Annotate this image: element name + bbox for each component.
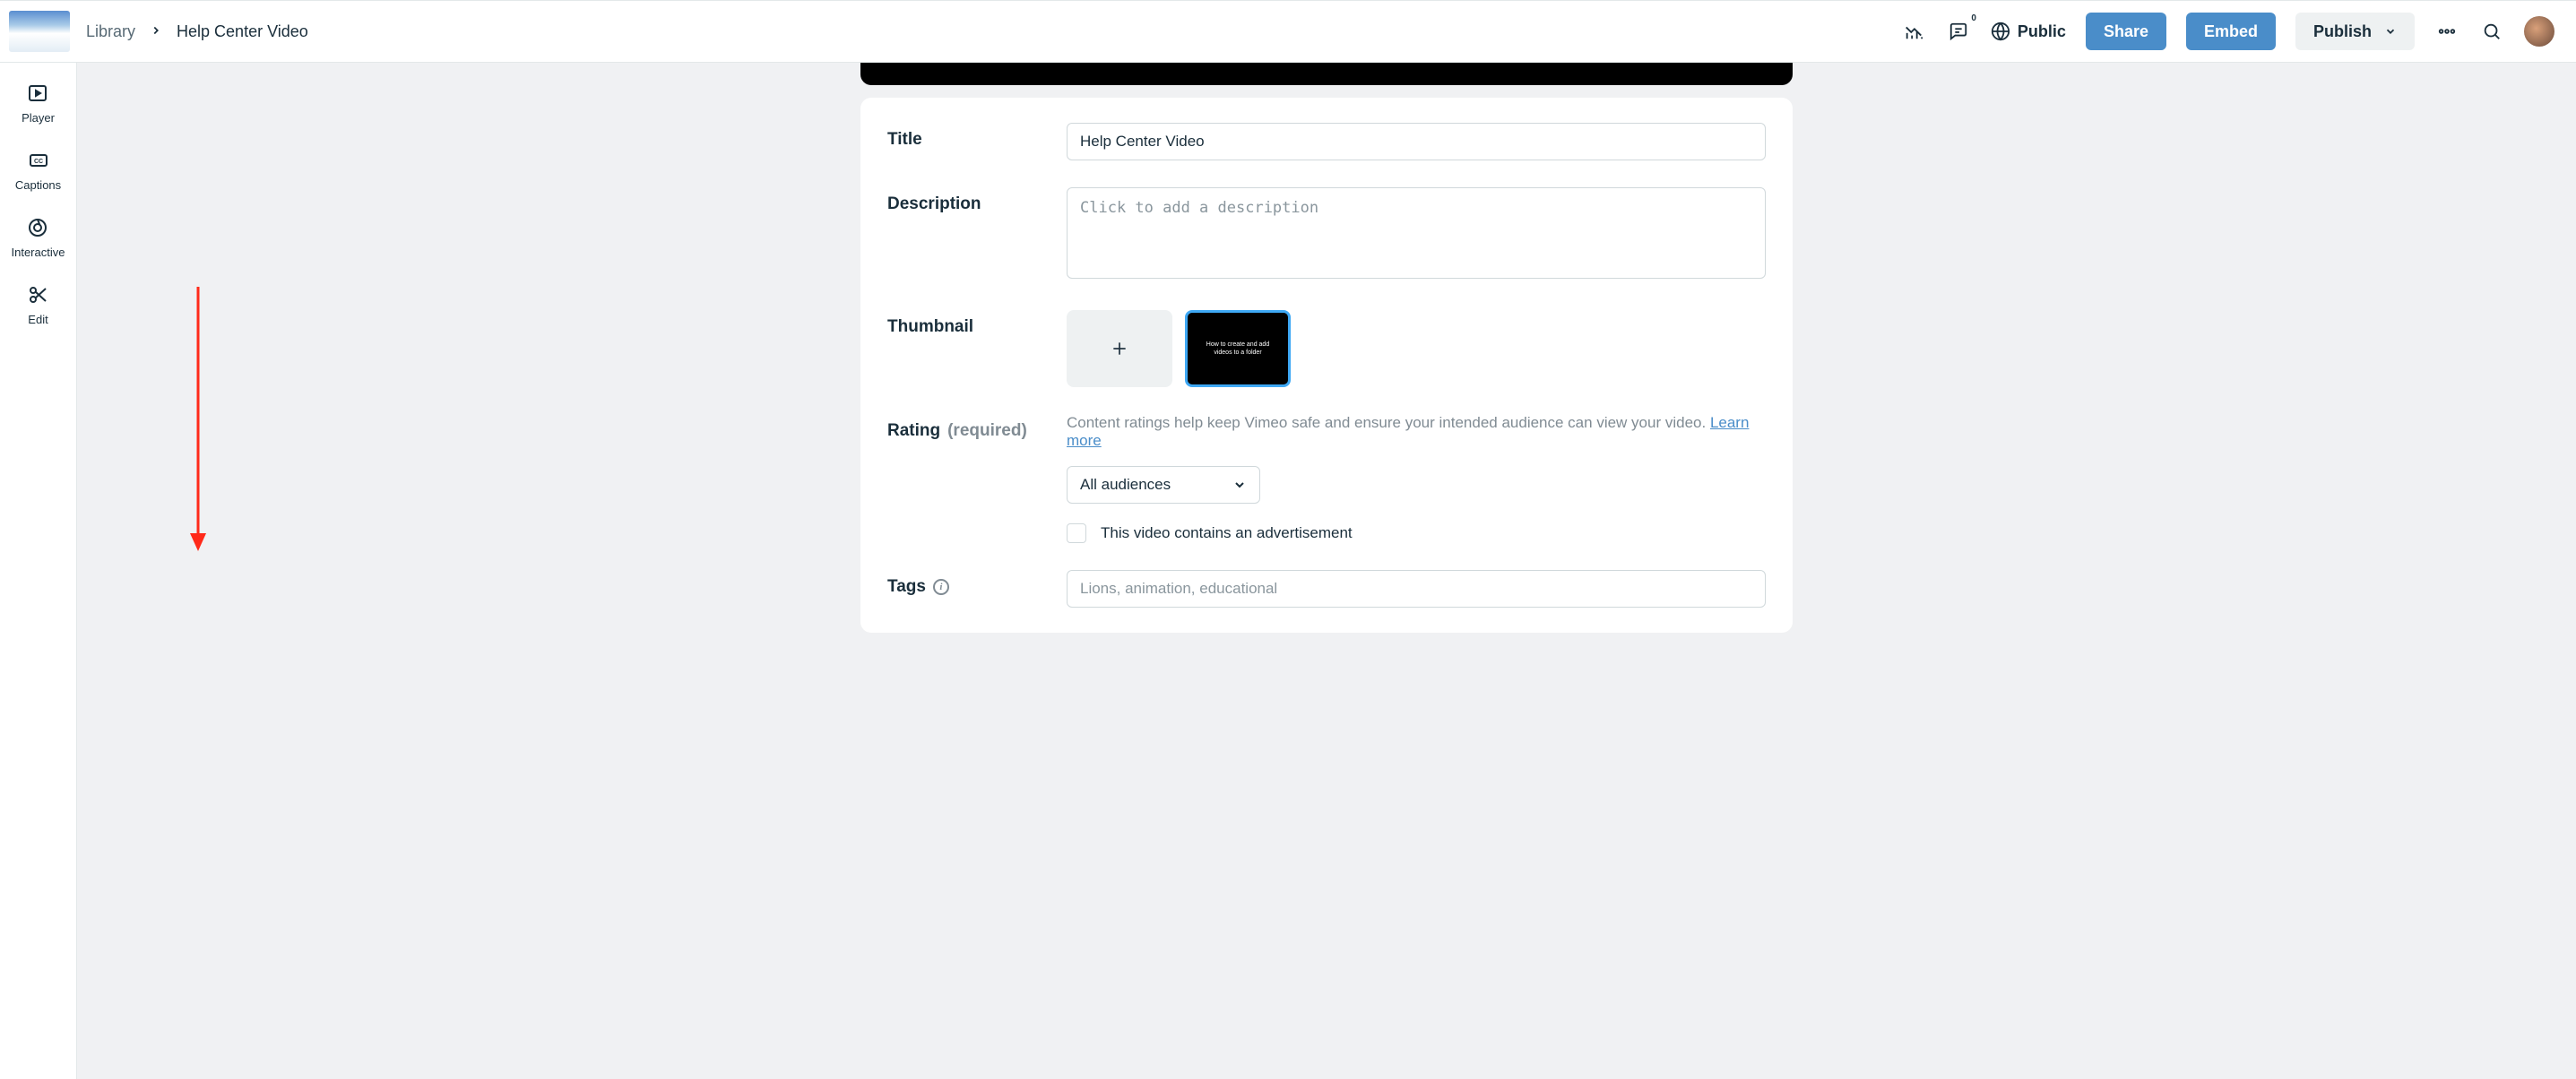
globe-icon [1991, 22, 2010, 41]
header-left: Library Help Center Video [9, 11, 1901, 52]
ad-checkbox-row: This video contains an advertisement [1067, 523, 1766, 543]
row-description: Description [887, 187, 1766, 283]
sidebar-item-captions[interactable]: CC Captions [15, 150, 61, 192]
row-thumbnail: Thumbnail How to create and add videos t… [887, 310, 1766, 387]
captions-icon: CC [28, 150, 49, 171]
row-rating: Rating (required) Content ratings help k… [887, 414, 1766, 543]
search-icon[interactable] [2479, 19, 2504, 44]
thumbnail-selected[interactable]: How to create and add videos to a folder [1185, 310, 1291, 387]
comments-badge: 0 [1971, 13, 1976, 23]
info-icon[interactable]: i [933, 579, 949, 595]
sidebar-item-player[interactable]: Player [22, 82, 55, 125]
label-thumbnail: Thumbnail [887, 310, 1067, 337]
title-input[interactable] [1067, 123, 1766, 160]
breadcrumb: Library Help Center Video [86, 22, 308, 41]
embed-button[interactable]: Embed [2186, 13, 2276, 50]
video-player-strip [860, 63, 1793, 85]
description-input[interactable] [1067, 187, 1766, 279]
label-title: Title [887, 123, 1067, 150]
privacy-label: Public [2018, 22, 2066, 41]
thumbnail-caption: How to create and add videos to a folder [1198, 341, 1277, 357]
more-icon[interactable] [2434, 19, 2459, 44]
sidebar-label: Edit [28, 313, 48, 326]
sidebar-label: Interactive [12, 246, 65, 259]
tags-input[interactable] [1067, 570, 1766, 608]
avatar[interactable] [2524, 16, 2554, 47]
sidebar-label: Player [22, 111, 55, 125]
ad-label: This video contains an advertisement [1101, 524, 1353, 542]
row-title: Title [887, 123, 1766, 160]
main-layout: Player CC Captions Interactive Edit Titl… [0, 63, 2576, 1079]
breadcrumb-library[interactable]: Library [86, 22, 135, 41]
publish-button[interactable]: Publish [2295, 13, 2415, 50]
top-header: Library Help Center Video 0 Public Share… [0, 0, 2576, 63]
sidebar-label: Captions [15, 178, 61, 192]
tags-label-text: Tags [887, 577, 926, 597]
scissors-icon [28, 284, 49, 306]
settings-panel: Title Description Thumbnail [860, 98, 1793, 633]
svg-text:CC: CC [33, 159, 42, 165]
sidebar: Player CC Captions Interactive Edit [0, 63, 77, 1079]
rating-help-text: Content ratings help keep Vimeo safe and… [1067, 414, 1766, 450]
rating-value: All audiences [1080, 476, 1171, 494]
ad-checkbox[interactable] [1067, 523, 1086, 543]
label-description: Description [887, 187, 1067, 214]
privacy-indicator[interactable]: Public [1991, 22, 2066, 41]
rating-help-body: Content ratings help keep Vimeo safe and… [1067, 414, 1710, 431]
row-tags: Tags i [887, 570, 1766, 608]
rating-required: (required) [947, 421, 1027, 441]
video-thumbnail-small[interactable] [9, 11, 70, 52]
content-area: Title Description Thumbnail [77, 63, 2576, 1079]
thumbnail-list: How to create and add videos to a folder [1067, 310, 1766, 387]
share-button[interactable]: Share [2086, 13, 2166, 50]
publish-label: Publish [2313, 22, 2372, 41]
annotation-arrow [185, 287, 212, 556]
sidebar-item-edit[interactable]: Edit [28, 284, 49, 326]
label-tags: Tags i [887, 570, 1067, 597]
add-thumbnail-button[interactable] [1067, 310, 1172, 387]
panel-wrapper: Title Description Thumbnail [860, 63, 1793, 1043]
chevron-down-icon [2384, 25, 2397, 38]
rating-select[interactable]: All audiences [1067, 466, 1260, 504]
player-icon [27, 82, 48, 104]
analytics-icon[interactable] [1901, 19, 1926, 44]
header-right: 0 Public Share Embed Publish [1901, 13, 2554, 50]
chevron-right-icon [150, 22, 162, 41]
plus-icon [1111, 340, 1128, 358]
chevron-down-icon [1232, 478, 1247, 492]
label-rating: Rating (required) [887, 414, 1067, 441]
breadcrumb-current: Help Center Video [177, 22, 308, 41]
sidebar-item-interactive[interactable]: Interactive [12, 217, 65, 259]
comments-icon[interactable]: 0 [1946, 19, 1971, 44]
interactive-icon [27, 217, 48, 238]
rating-label-text: Rating [887, 421, 940, 441]
